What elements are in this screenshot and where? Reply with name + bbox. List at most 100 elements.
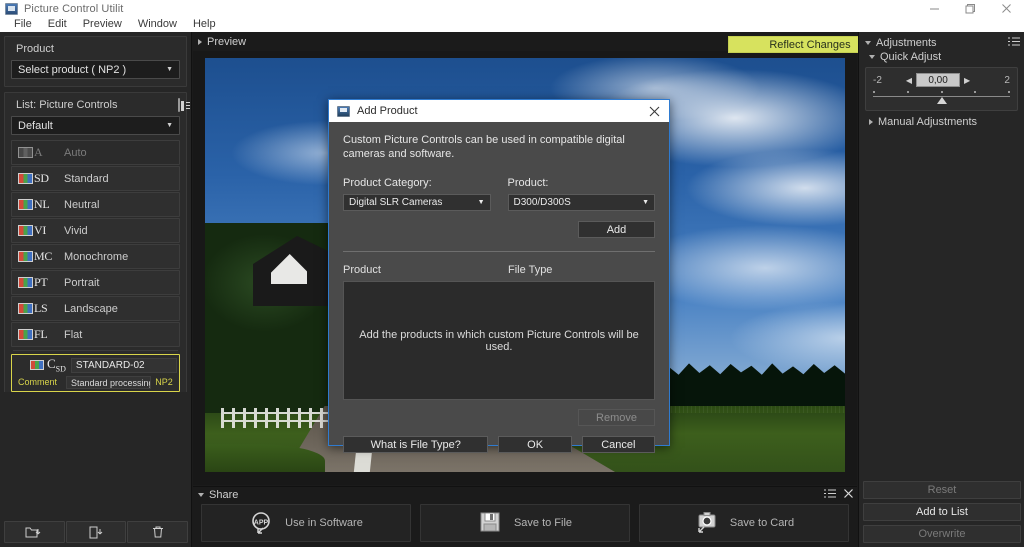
list-filter-value: Default: [18, 119, 53, 132]
list-item[interactable]: SD Standard: [11, 166, 180, 191]
cancel-button[interactable]: Cancel: [581, 436, 655, 453]
trash-icon[interactable]: [127, 521, 189, 543]
swatch-icon: [30, 360, 44, 370]
custom-picture-control-item[interactable]: CSD STANDARD-02 Comment Standard process…: [11, 354, 180, 392]
quick-adjust-label: Quick Adjust: [880, 51, 942, 63]
dialog-close-button[interactable]: [643, 100, 665, 122]
what-is-file-type-button[interactable]: What is File Type?: [343, 436, 489, 453]
list-item-abbr: MC: [34, 249, 53, 263]
adjustments-header[interactable]: Adjustments: [863, 36, 1020, 50]
list-details-icon[interactable]: [178, 98, 180, 112]
list-item-abbr: SD: [34, 171, 49, 185]
custom-item-name[interactable]: STANDARD-02: [70, 357, 177, 373]
swatch-icon: [18, 173, 33, 184]
chevron-down-icon: ▼: [166, 122, 173, 129]
product-label: Product:: [507, 177, 549, 189]
list-item[interactable]: PT Portrait: [11, 270, 180, 295]
left-panel-toolbar: [4, 521, 189, 543]
list-item-label: Landscape: [64, 302, 118, 315]
window-controls: [916, 0, 1024, 17]
use-in-software-button[interactable]: APP Use in Software: [201, 504, 411, 542]
list-group-label: List: Picture Controls: [16, 99, 118, 111]
maximize-button[interactable]: [952, 0, 988, 17]
minimize-button[interactable]: [916, 0, 952, 17]
product-group-title: Product: [16, 43, 54, 55]
list-item[interactable]: NL Neutral: [11, 192, 180, 217]
spin-right-icon[interactable]: ▶: [960, 76, 974, 85]
application-window: Picture Control Utilit File Edit Preview…: [0, 0, 1024, 547]
chevron-down-icon[interactable]: [198, 492, 204, 497]
road-marking: [353, 450, 373, 472]
save-to-card-button[interactable]: Save to Card: [639, 504, 849, 542]
list-item-label: Vivid: [64, 224, 88, 237]
product-field: Product: D300/D300S ▼: [507, 177, 655, 211]
menu-file[interactable]: File: [6, 17, 40, 32]
open-folder-import-icon[interactable]: [4, 521, 65, 543]
list-item-abbr: PT: [34, 275, 48, 289]
dialog-selectors: Product Category: Digital SLR Cameras ▼ …: [343, 177, 655, 211]
list-item-label: Neutral: [64, 198, 100, 211]
quick-adjust-stepper: ◀ 0,00 ▶: [902, 73, 974, 87]
category-select[interactable]: Digital SLR Cameras ▼: [343, 194, 491, 211]
product-select[interactable]: Select product ( NP2 ) ▼: [11, 60, 180, 79]
column-header-file-type: File Type: [508, 264, 553, 276]
manual-adjustments-header[interactable]: Manual Adjustments: [863, 115, 1020, 129]
quick-adjust-slider[interactable]: [873, 91, 1010, 104]
product-select[interactable]: D300/D300S ▼: [507, 194, 655, 211]
quick-adjust-header[interactable]: Quick Adjust: [863, 50, 1020, 64]
menu-edit[interactable]: Edit: [40, 17, 75, 32]
add-product-dialog: Add Product Custom Picture Controls can …: [328, 99, 670, 453]
manual-adjustments-label: Manual Adjustments: [878, 116, 978, 128]
list-item-label: Auto: [64, 146, 87, 159]
quick-adjust-value[interactable]: 0,00: [916, 73, 961, 87]
overwrite-button[interactable]: Overwrite: [863, 525, 1021, 543]
swatch-icon: [18, 277, 33, 288]
use-in-software-label: Use in Software: [285, 517, 363, 529]
comment-value[interactable]: Standard processing for a bala...: [66, 375, 151, 389]
remove-button[interactable]: Remove: [578, 409, 655, 426]
close-icon[interactable]: [844, 488, 853, 501]
dialog-body: Custom Picture Controls can be used in c…: [329, 122, 669, 453]
save-to-file-button[interactable]: Save to File: [420, 504, 630, 542]
file-export-icon[interactable]: [65, 521, 127, 543]
list-item-abbr: LS: [34, 301, 48, 315]
list-item-label: Portrait: [64, 276, 100, 289]
share-buttons: APP Use in Software Save to File Save to…: [193, 502, 857, 542]
add-button[interactable]: Add: [578, 221, 655, 238]
column-header-product: Product: [343, 264, 381, 276]
chevron-down-icon: [869, 55, 875, 59]
ok-button[interactable]: OK: [498, 436, 572, 453]
reset-button[interactable]: Reset: [863, 481, 1021, 499]
slider-handle[interactable]: [936, 97, 947, 104]
quick-adjust-control: -2 ◀ 0,00 ▶ 2: [865, 67, 1018, 111]
list-filter-select[interactable]: Default ▼: [11, 116, 180, 135]
list-item[interactable]: A Auto: [11, 140, 180, 165]
list-item[interactable]: LS Landscape: [11, 296, 180, 321]
app-icon: [337, 105, 350, 117]
comment-label: Comment: [18, 377, 58, 387]
list-item[interactable]: FL Flat: [11, 322, 180, 347]
close-button[interactable]: [988, 0, 1024, 17]
camera-card-icon: [694, 511, 720, 535]
add-to-list-button[interactable]: Add to List: [863, 503, 1021, 521]
category-field: Product Category: Digital SLR Cameras ▼: [343, 177, 491, 211]
swatch-icon: [18, 225, 33, 236]
list-item[interactable]: VI Vivid: [11, 218, 180, 243]
dialog-description: Custom Picture Controls can be used in c…: [343, 134, 625, 160]
menu-window[interactable]: Window: [130, 17, 185, 32]
adjustments-header-label: Adjustments: [876, 37, 937, 49]
product-table-body[interactable]: Add the products in which custom Picture…: [343, 281, 655, 400]
title-bar: Picture Control Utilit: [0, 0, 1024, 17]
swatch-icon: [18, 251, 33, 262]
swatch-icon: [18, 147, 33, 158]
spin-left-icon[interactable]: ◀: [902, 76, 916, 85]
product-value: D300/D300S: [513, 197, 571, 208]
dialog-divider: [343, 251, 655, 252]
menu-preview[interactable]: Preview: [75, 17, 130, 32]
list-item[interactable]: MC Monochrome: [11, 244, 180, 269]
menu-help[interactable]: Help: [185, 17, 224, 32]
left-panel: Product Select product ( NP2 ) ▼ List: P…: [0, 32, 192, 547]
panel-menu-icon[interactable]: [1008, 37, 1020, 49]
category-value: Digital SLR Cameras: [349, 197, 443, 208]
panel-menu-icon[interactable]: [824, 489, 836, 501]
